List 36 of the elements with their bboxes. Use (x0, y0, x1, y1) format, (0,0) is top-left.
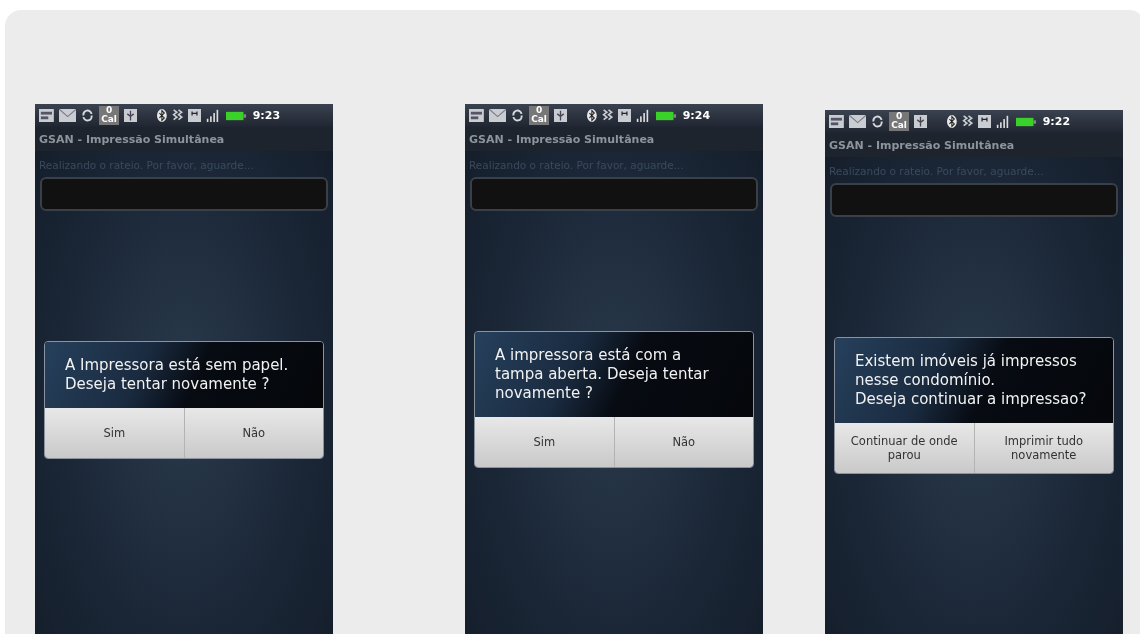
envelope-icon (488, 109, 507, 122)
envelope-icon (848, 115, 867, 128)
bluetooth-icon (586, 109, 597, 122)
dialog-button[interactable]: Não (183, 407, 323, 458)
clock-time: 9:23 (252, 109, 281, 122)
bluetooth-icon (946, 115, 957, 128)
dialog-message: A impressora está com a tampa aberta. Deseja tentar novamente ? (495, 346, 710, 403)
dialog-button[interactable]: Continuar de onde parou (835, 423, 974, 473)
calendar-badge: 0 Cal (889, 112, 909, 131)
app-title: GSAN - Impressão Simultânea (39, 132, 225, 146)
vibrate-icon (601, 109, 614, 122)
dialog-message: A Impressora está sem papel. Deseja tentar novamente ? (65, 355, 290, 394)
app-title: GSAN - Impressão Simultânea (829, 138, 1015, 152)
signal-icon (996, 115, 1011, 128)
sync-icon (81, 109, 95, 122)
sync-icon (511, 109, 525, 122)
calendar-badge: 0 Cal (99, 106, 119, 125)
dialog-button[interactable]: Sim (475, 417, 614, 467)
signal-icon (636, 109, 651, 122)
dialog-button[interactable]: Imprimir tudo novamente (973, 423, 1113, 473)
vibrate-icon (171, 109, 184, 122)
dialog-message: Existem imóveis já impressos nesse condomínio. Deseja continuar a impressao? (855, 352, 1088, 409)
bluetooth-icon (156, 109, 167, 122)
sync-icon (871, 115, 885, 128)
calendar-badge: 0 Cal (529, 106, 549, 125)
clock-time: 9:22 (1042, 115, 1071, 128)
battery-icon (655, 110, 676, 121)
signal-icon (206, 109, 221, 122)
dialog-button[interactable]: Não (613, 417, 753, 467)
battery-icon (225, 110, 246, 121)
battery-icon (1015, 116, 1036, 127)
app-title: GSAN - Impressão Simultânea (469, 132, 655, 146)
envelope-icon (58, 109, 77, 122)
vibrate-icon (961, 115, 974, 128)
clock-time: 9:24 (682, 109, 711, 122)
dialog-button[interactable]: Sim (45, 407, 184, 458)
